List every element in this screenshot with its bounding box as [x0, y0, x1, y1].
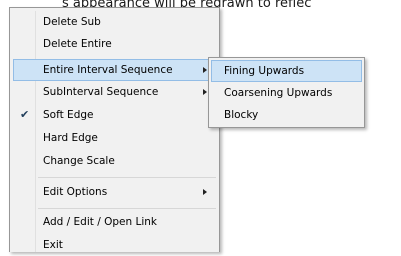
menu-item-label: Exit — [43, 239, 63, 251]
context-menu: Delete Sub Delete Entire Entire Interval… — [9, 7, 220, 252]
menu-item-label: Edit Options — [43, 186, 108, 198]
chevron-right-icon — [203, 89, 207, 95]
submenu-item-fining-upwards[interactable]: Fining Upwards — [211, 60, 362, 82]
menu-item-label: Soft Edge — [43, 109, 94, 121]
menu-item-delete-entire[interactable]: Delete Entire — [13, 33, 216, 55]
menu-item-exit[interactable]: Exit — [13, 234, 216, 256]
menu-separator — [38, 208, 216, 209]
submenu-item-coarsening-upwards[interactable]: Coarsening Upwards — [211, 82, 362, 104]
menu-item-edit-options[interactable]: Edit Options — [13, 181, 216, 203]
menu-item-label: Fining Upwards — [224, 65, 305, 77]
menu-item-subinterval-sequence[interactable]: SubInterval Sequence — [13, 81, 216, 103]
submenu-item-blocky[interactable]: Blocky — [211, 104, 362, 126]
menu-item-label: Coarsening Upwards — [224, 87, 333, 99]
menu-item-add-edit-open-link[interactable]: Add / Edit / Open Link — [13, 211, 216, 233]
menu-item-entire-interval-sequence[interactable]: Entire Interval Sequence — [13, 59, 216, 81]
menu-item-label: Hard Edge — [43, 132, 98, 144]
menu-separator — [38, 177, 216, 178]
submenu-interval-sequence: Fining Upwards Coarsening Upwards Blocky — [208, 57, 365, 128]
menu-item-label: Add / Edit / Open Link — [43, 216, 157, 228]
menu-item-change-scale[interactable]: Change Scale — [13, 150, 216, 172]
check-icon: ✔ — [20, 108, 30, 121]
menu-item-hard-edge[interactable]: Hard Edge — [13, 127, 216, 149]
menu-item-label: SubInterval Sequence — [43, 86, 159, 98]
menu-item-label: Change Scale — [43, 155, 115, 167]
chevron-right-icon — [203, 189, 207, 195]
menu-item-delete-sub[interactable]: Delete Sub — [13, 11, 216, 33]
menu-item-label: Entire Interval Sequence — [43, 64, 173, 76]
menu-item-label: Delete Entire — [43, 38, 112, 50]
chevron-right-icon — [203, 67, 207, 73]
menu-item-label: Delete Sub — [43, 16, 101, 28]
menu-item-label: Blocky — [224, 109, 259, 121]
menu-item-soft-edge[interactable]: ✔ Soft Edge — [13, 104, 216, 126]
